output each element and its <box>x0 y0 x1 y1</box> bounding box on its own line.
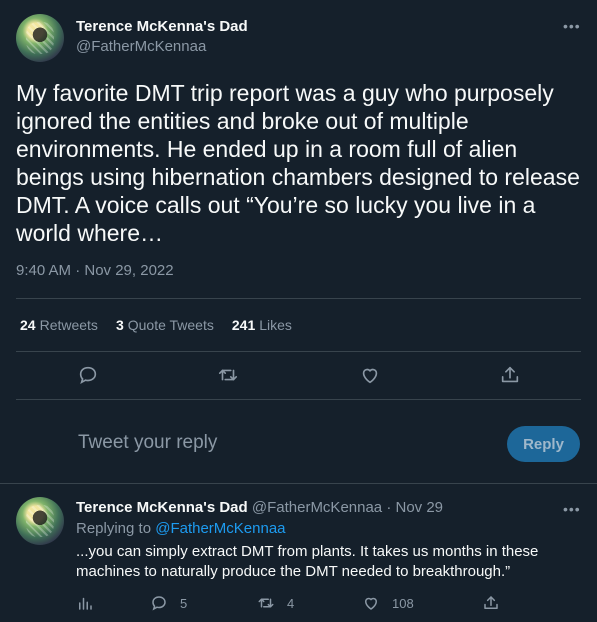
reply-author-name[interactable]: Terence McKenna's Dad <box>76 499 248 516</box>
reply-author-handle[interactable]: @FatherMcKennaa <box>252 499 382 516</box>
likes-label: Likes <box>259 317 292 333</box>
share-icon[interactable] <box>499 364 521 386</box>
reply-button[interactable]: Reply <box>507 426 580 462</box>
reply-input[interactable]: Tweet your reply <box>78 432 217 454</box>
retweets-stat[interactable]: 24 Retweets <box>20 317 98 333</box>
analytics-button[interactable] <box>76 594 94 612</box>
reply-like-button[interactable]: 108 <box>362 594 414 612</box>
likes-count: 241 <box>231 317 256 333</box>
tweet-actions <box>0 364 597 388</box>
author-avatar[interactable] <box>16 14 64 62</box>
reply-more-icon[interactable]: ••• <box>563 501 581 517</box>
likes-stat[interactable]: 241 Likes <box>232 317 292 333</box>
retweet-icon <box>258 598 274 608</box>
analytics-icon <box>79 597 92 610</box>
retweet-icon[interactable] <box>217 364 239 386</box>
reply-reply-button[interactable]: 5 <box>150 594 187 612</box>
author-name[interactable]: Terence McKenna's Dad <box>76 18 248 35</box>
more-icon[interactable]: ••• <box>563 18 581 34</box>
divider <box>16 351 581 352</box>
like-icon <box>364 597 378 610</box>
replying-to-link[interactable]: @FatherMcKennaa <box>155 520 285 537</box>
author-handle[interactable]: @FatherMcKennaa <box>76 38 206 55</box>
share-icon <box>484 596 498 609</box>
quotes-count: 3 <box>115 317 124 333</box>
reply-like-count: 108 <box>392 595 414 611</box>
reply-actions: 5 4 108 <box>0 594 597 614</box>
reply-retweet-count: 4 <box>287 595 295 611</box>
like-icon[interactable] <box>359 364 381 386</box>
divider <box>16 298 581 299</box>
divider <box>16 399 581 400</box>
tweet-stats: 24 Retweets 3 Quote Tweets 241 Likes <box>20 317 292 333</box>
reply-header: Terence McKenna's Dad @FatherMcKennaa · … <box>76 499 443 516</box>
replying-prefix: Replying to <box>76 520 152 537</box>
reply-retweet-button[interactable]: 4 <box>257 594 294 612</box>
reply-author-avatar[interactable] <box>16 497 64 545</box>
reply-reply-count: 5 <box>180 595 188 611</box>
reply-text: ...you can simply extract DMT from plant… <box>76 543 539 580</box>
replying-to: Replying to @FatherMcKennaa <box>76 520 286 537</box>
divider <box>0 483 597 484</box>
reply-icon[interactable] <box>77 364 99 386</box>
quotes-label: Quote Tweets <box>127 317 214 333</box>
retweets-count: 24 <box>20 317 36 333</box>
retweets-label: Retweets <box>39 317 98 333</box>
tweet-timestamp[interactable]: 9:40 AM · Nov 29, 2022 <box>16 262 174 279</box>
quotes-stat[interactable]: 3 Quote Tweets <box>116 317 214 333</box>
tweet-text: My favorite DMT trip report was a guy wh… <box>16 80 580 246</box>
reply-date[interactable]: · Nov 29 <box>386 499 443 516</box>
reply-share-button[interactable] <box>482 594 500 612</box>
reply-icon <box>152 596 166 611</box>
